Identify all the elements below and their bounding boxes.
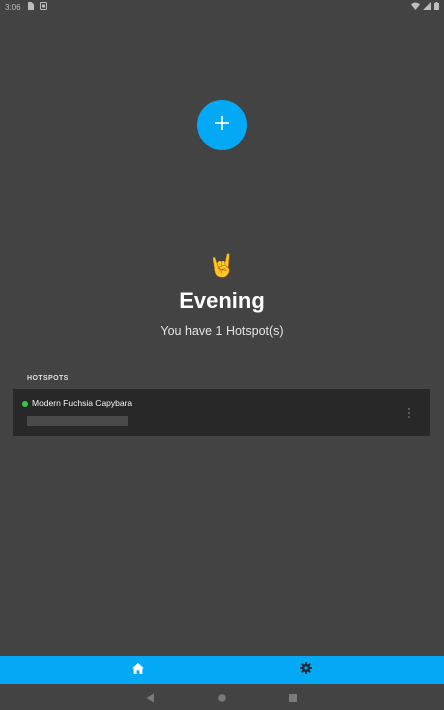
- hotspot-detail-placeholder: [27, 416, 128, 426]
- back-icon[interactable]: [144, 691, 156, 703]
- add-hotspot-button[interactable]: [197, 100, 247, 150]
- battery-icon: [434, 2, 439, 12]
- status-bar-right: [411, 2, 439, 12]
- nav-settings-tab[interactable]: [222, 656, 444, 684]
- status-bar-left: 3:06: [5, 2, 47, 12]
- hotspot-list-item[interactable]: Modern Fuchsia Capybara: [13, 389, 430, 436]
- hotspot-count-text: You have 1 Hotspot(s): [160, 324, 284, 338]
- recents-icon[interactable]: [287, 691, 299, 703]
- hotspot-name: Modern Fuchsia Capybara: [32, 398, 133, 408]
- system-navigation-bar: [0, 684, 444, 710]
- greeting-emoji: 🤘: [208, 253, 236, 278]
- sim-card-icon: [27, 2, 34, 12]
- bottom-navigation: [0, 656, 444, 684]
- wifi-icon: [411, 2, 420, 12]
- online-status-dot: [22, 401, 28, 407]
- home-icon: [132, 661, 144, 679]
- status-time: 3:06: [5, 2, 21, 12]
- home-circle-icon[interactable]: [216, 691, 228, 703]
- cellular-signal-icon: [423, 2, 431, 12]
- notification-icon: [39, 2, 47, 12]
- status-bar: 3:06: [0, 0, 444, 14]
- greeting-title: Evening: [179, 288, 265, 313]
- app-screen: 3:06 🤘 Evening You have 1 Hotspot(s) HOT…: [0, 0, 444, 710]
- more-vertical-icon[interactable]: [403, 404, 415, 422]
- settings-gear-icon: [300, 661, 312, 679]
- nav-home-tab[interactable]: [0, 656, 222, 684]
- hotspots-section-header: HOTSPOTS: [27, 375, 69, 382]
- plus-icon: [215, 115, 229, 135]
